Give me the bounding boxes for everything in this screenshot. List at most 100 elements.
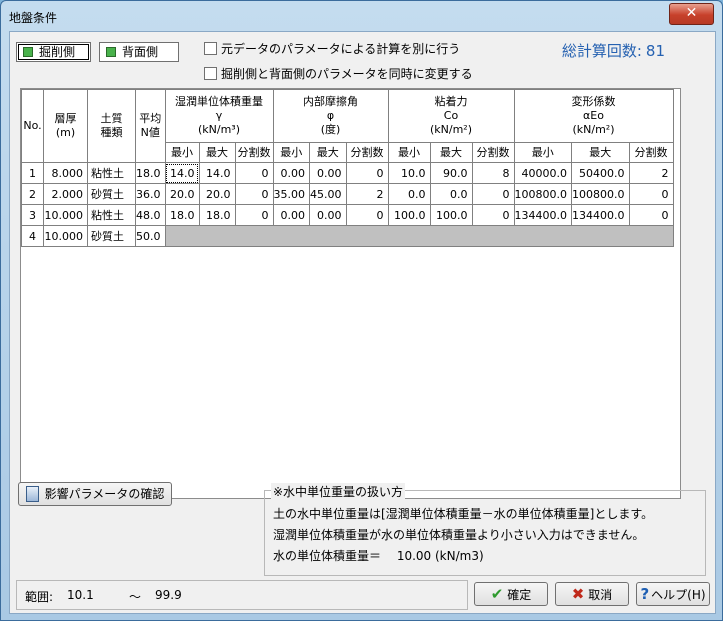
- dialog-client: 掘削側 背面側 元データのパラメータによる計算を別に行う 掘削側と背面側のパラメ…: [9, 31, 716, 614]
- option-separate-calc-label: 元データのパラメータによる計算を別に行う: [221, 42, 461, 56]
- confirm-button[interactable]: ✔ 確定: [474, 582, 548, 606]
- param-e-max-cell[interactable]: 134400.0: [571, 204, 630, 226]
- param-c-max-cell[interactable]: 100.0: [429, 204, 473, 226]
- thickness-cell[interactable]: 8.000: [43, 162, 88, 184]
- n-value-cell[interactable]: 48.0: [135, 204, 166, 226]
- empty-row: [22, 347, 674, 367]
- option-change-both[interactable]: 掘削側と背面側のパラメータを同時に変更する: [204, 65, 473, 82]
- indicator-icon: [23, 46, 33, 57]
- param-g-div-cell[interactable]: 0: [234, 204, 274, 226]
- param-c-max-cell[interactable]: 0.0: [429, 183, 473, 205]
- param-p-div-cell[interactable]: 2: [345, 183, 389, 205]
- n-value-cell[interactable]: 18.0: [135, 162, 166, 184]
- empty-row: [22, 407, 674, 427]
- param-g-min-cell[interactable]: 20.0: [164, 183, 200, 205]
- n-value-cell[interactable]: 36.0: [135, 183, 166, 205]
- param-c-div-cell[interactable]: 8: [471, 162, 515, 184]
- param-g-max-cell[interactable]: 18.0: [198, 204, 236, 226]
- empty-row: [22, 427, 674, 447]
- sub-header-min: 最小: [272, 142, 310, 163]
- param-c-min-cell[interactable]: 0.0: [387, 183, 431, 205]
- help-button[interactable]: ? ヘルプ(H): [636, 582, 710, 606]
- param-c-max-cell[interactable]: 90.0: [429, 162, 473, 184]
- param-e-min-cell[interactable]: 134400.0: [513, 204, 572, 226]
- param-p-div-cell[interactable]: 0: [345, 162, 389, 184]
- close-icon: ✕: [685, 5, 698, 21]
- sub-header-min: 最小: [164, 142, 200, 163]
- check-icon: ✔: [490, 585, 504, 603]
- cancel-button[interactable]: ✖ 取消: [555, 582, 629, 606]
- option-separate-calc[interactable]: 元データのパラメータによる計算を別に行う: [204, 40, 460, 57]
- param-p-div-cell[interactable]: 0: [345, 204, 389, 226]
- range-label: 範囲:: [25, 590, 54, 604]
- param-g-min-cell[interactable]: 18.0: [164, 204, 200, 226]
- param-c-div-cell[interactable]: 0: [471, 204, 515, 226]
- n-value-cell[interactable]: 50.0: [135, 225, 166, 247]
- soil-type-cell[interactable]: 砂質土: [87, 183, 136, 205]
- excavation-side-toggle[interactable]: 掘削側: [16, 42, 91, 62]
- empty-row: [22, 267, 674, 287]
- table-row[interactable]: 3 10.000 粘性土 48.0 18.0 18.0 0 0.00 0.00 0 100.0 100…: [21, 204, 674, 226]
- table-row[interactable]: 1 8.000 粘性土 18.0 14.0 14.0 0 0.00 0.00 0 10.0 90.0 8…: [21, 162, 674, 184]
- col-header-no: No.: [21, 89, 44, 163]
- influence-params-label: 影響パラメータの確認: [44, 487, 165, 501]
- param-e-max-cell[interactable]: 50400.0: [571, 162, 630, 184]
- param-e-min-cell[interactable]: 100800.0: [513, 183, 572, 205]
- total-calc-count: 総計算回数: 81: [562, 40, 665, 61]
- parameter-table: No. 層厚 (m) 土質 種類 平均 N値 湿潤単位体積重量 γ (kN/m³) 内部摩…: [21, 89, 674, 527]
- empty-row: [22, 327, 674, 347]
- param-e-div-cell[interactable]: 0: [628, 183, 674, 205]
- checkbox-icon[interactable]: [204, 67, 217, 80]
- influence-params-button[interactable]: 影響パラメータの確認: [18, 482, 172, 506]
- confirm-label: 確定: [507, 588, 532, 602]
- col-header-thickness: 層厚 (m): [43, 89, 88, 163]
- param-p-max-cell[interactable]: 0.00: [309, 204, 347, 226]
- thickness-cell[interactable]: 2.000: [43, 183, 88, 205]
- soil-type-cell[interactable]: 粘性土: [87, 204, 136, 226]
- soil-type-cell[interactable]: 砂質土: [87, 225, 136, 247]
- table-row[interactable]: 2 2.000 砂質土 36.0 20.0 20.0 0 35.00 45.00 2 0.0 0.0 0…: [21, 183, 674, 205]
- back-side-label: 背面側: [122, 45, 159, 59]
- empty-row: [22, 387, 674, 407]
- empty-row: [22, 447, 674, 467]
- col-header-gamma: 湿潤単位体積重量 γ (kN/m³): [164, 89, 274, 143]
- param-g-div-cell[interactable]: 0: [234, 183, 274, 205]
- soil-parameter-grid[interactable]: No. 層厚 (m) 土質 種類 平均 N値 湿潤単位体積重量 γ (kN/m³) 内部摩…: [20, 88, 681, 499]
- param-c-min-cell[interactable]: 10.0: [387, 162, 431, 184]
- param-e-min-cell[interactable]: 40000.0: [513, 162, 572, 184]
- param-g-min-cell[interactable]: 14.0: [164, 162, 200, 184]
- note-line: 湿潤単位体積重量が水の単位体積重量より小さい入力はできません。: [273, 528, 645, 542]
- col-header-modulus: 変形係数 αEo (kN/m²): [513, 89, 674, 143]
- param-g-max-cell[interactable]: 20.0: [198, 183, 236, 205]
- thickness-cell[interactable]: 10.000: [43, 225, 88, 247]
- sub-header-max: 最大: [309, 142, 347, 163]
- row-number-cell: 4: [21, 225, 44, 247]
- param-e-div-cell[interactable]: 0: [628, 204, 674, 226]
- title-bar: 地盤条件 ✕: [1, 1, 722, 31]
- back-side-toggle[interactable]: 背面側: [99, 42, 179, 62]
- soil-type-cell[interactable]: 粘性土: [87, 162, 136, 184]
- help-icon: ?: [640, 585, 650, 603]
- table-row[interactable]: 4 10.000 砂質土 50.0: [21, 225, 674, 247]
- param-p-min-cell[interactable]: 0.00: [272, 162, 310, 184]
- param-p-max-cell[interactable]: 0.00: [309, 162, 347, 184]
- param-c-div-cell[interactable]: 0: [471, 183, 515, 205]
- param-g-div-cell[interactable]: 0: [234, 162, 274, 184]
- thickness-cell[interactable]: 10.000: [43, 204, 88, 226]
- param-e-div-cell[interactable]: 2: [628, 162, 674, 184]
- checkbox-icon[interactable]: [204, 42, 217, 55]
- param-e-max-cell[interactable]: 100800.0: [571, 183, 630, 205]
- dialog-window: 地盤条件 ✕ 掘削側 背面側 元データのパラメータによる計算を別に行う 掘削側と…: [0, 0, 723, 621]
- total-calc-value: 81: [645, 42, 665, 60]
- param-g-max-cell[interactable]: 14.0: [198, 162, 236, 184]
- sub-header-div: 分割数: [471, 142, 515, 163]
- close-button[interactable]: ✕: [669, 3, 714, 25]
- sub-header-max: 最大: [198, 142, 236, 163]
- window-title: 地盤条件: [9, 11, 58, 25]
- param-c-min-cell[interactable]: 100.0: [387, 204, 431, 226]
- sub-header-div: 分割数: [628, 142, 674, 163]
- param-p-min-cell[interactable]: 0.00: [272, 204, 310, 226]
- empty-row: [22, 247, 674, 268]
- param-p-max-cell[interactable]: 45.00: [309, 183, 347, 205]
- param-p-min-cell[interactable]: 35.00: [272, 183, 310, 205]
